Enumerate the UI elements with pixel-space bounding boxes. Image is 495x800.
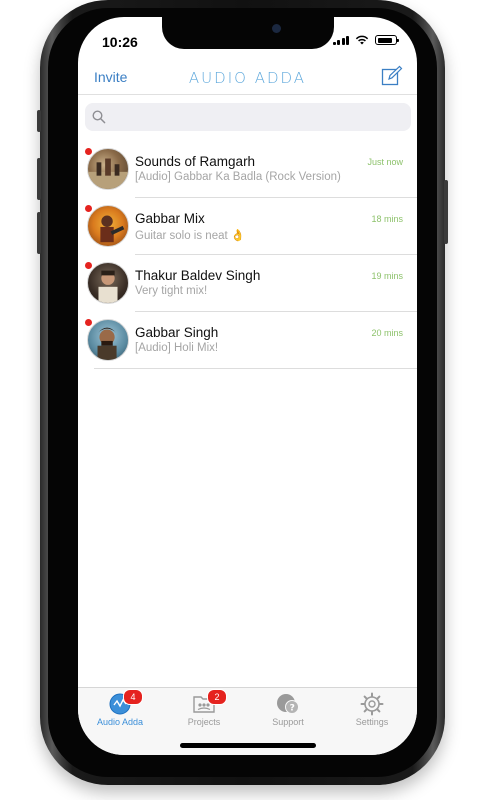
avatar <box>87 319 129 361</box>
search-input[interactable] <box>85 103 411 131</box>
chat-preview: [Audio] Holi Mix! <box>135 342 219 354</box>
chat-preview: Guitar solo is neat 👌 <box>135 230 246 242</box>
status-time: 10:26 <box>102 34 138 50</box>
unread-indicator <box>85 319 92 326</box>
app-screen: 10:26 Invite AUDIO ADDA Sounds of Ramgar… <box>78 17 417 755</box>
wifi-icon <box>355 35 369 45</box>
mute-switch <box>37 110 41 132</box>
chat-name: Sounds of Ramgarh <box>135 154 256 169</box>
avatar-image <box>97 327 117 360</box>
battery-icon <box>375 35 399 45</box>
tab-audio-adda[interactable]: 4 Audio Adda <box>78 689 162 734</box>
row-divider <box>94 368 417 369</box>
cellular-signal-icon <box>332 35 349 45</box>
chat-name: Gabbar Singh <box>135 325 219 340</box>
tab-label: Audio Adda <box>96 717 144 727</box>
navbar-divider <box>78 94 417 95</box>
chat-row[interactable]: Gabbar Singh 20 mins [Audio] Holi Mix! <box>78 312 417 369</box>
tab-label: Support <box>272 717 304 727</box>
tab-support[interactable]: ? Support <box>246 692 330 734</box>
app-title: AUDIO ADDA <box>188 69 307 87</box>
tab-badge: 2 <box>207 689 227 705</box>
chat-time: 19 mins <box>371 271 403 281</box>
avatar <box>87 148 129 190</box>
chat-name: Thakur Baldev Singh <box>135 268 261 283</box>
tab-badge: 4 <box>123 689 143 705</box>
compose-icon[interactable] <box>381 65 403 87</box>
navigation-bar: Invite AUDIO ADDA <box>78 65 417 95</box>
tab-settings[interactable]: Settings <box>330 692 414 734</box>
home-indicator <box>180 743 316 748</box>
chat-list: Sounds of Ramgarh Just now [Audio] Gabba… <box>78 141 417 369</box>
tab-bar: 4 Audio Adda 2 Projects ? Support Settin… <box>78 687 417 755</box>
unread-indicator <box>85 148 92 155</box>
volume-down-button <box>37 212 41 254</box>
avatar-image <box>88 158 128 189</box>
search-bar[interactable] <box>85 103 411 131</box>
avatar-image <box>98 270 118 303</box>
tab-label: Settings <box>355 717 389 727</box>
tab-label: Projects <box>187 717 221 727</box>
unread-indicator <box>85 262 92 269</box>
projects-icon: 2 <box>192 689 227 716</box>
chat-time: Just now <box>367 157 403 167</box>
chat-row[interactable]: Thakur Baldev Singh 19 mins Very tight m… <box>78 255 417 312</box>
volume-up-button <box>37 158 41 200</box>
chat-time: 20 mins <box>371 328 403 338</box>
svg-text:?: ? <box>290 704 295 714</box>
audio-adda-icon: 4 <box>108 689 143 716</box>
avatar-image <box>100 215 125 243</box>
avatar <box>87 205 129 247</box>
chat-row[interactable]: Sounds of Ramgarh Just now [Audio] Gabba… <box>78 141 417 198</box>
chat-preview: [Audio] Gabbar Ka Badla (Rock Version) <box>135 171 341 183</box>
unread-indicator <box>85 205 92 212</box>
chat-preview: Very tight mix! <box>135 285 208 297</box>
support-icon: ? <box>276 692 300 716</box>
search-icon <box>92 110 106 124</box>
status-icons <box>332 35 399 45</box>
chat-time: 18 mins <box>371 214 403 224</box>
chat-row[interactable]: Gabbar Mix 18 mins Guitar solo is neat 👌 <box>78 198 417 255</box>
tab-projects[interactable]: 2 Projects <box>162 689 246 734</box>
avatar <box>87 262 129 304</box>
chat-name: Gabbar Mix <box>135 211 205 226</box>
notch <box>162 17 334 49</box>
power-button <box>444 180 448 244</box>
settings-icon <box>360 692 384 716</box>
front-camera <box>272 24 281 33</box>
